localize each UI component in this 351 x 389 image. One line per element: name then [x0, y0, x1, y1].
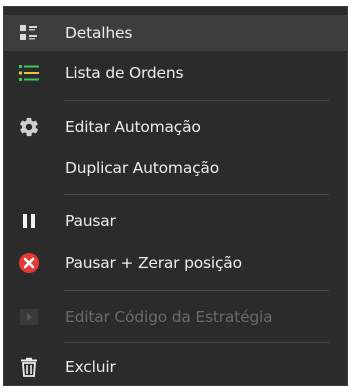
gear-icon — [18, 116, 40, 138]
menu-item-edit-automation[interactable]: Editar Automação — [4, 109, 347, 145]
details-icon — [18, 22, 40, 44]
menu-item-order-list[interactable]: Lista de Ordens — [4, 55, 347, 91]
menu-item-delete[interactable]: Excluir — [4, 349, 347, 385]
menu-item-label: Editar Automação — [65, 118, 201, 136]
menu-separator — [64, 342, 329, 343]
menu-item-label: Lista de Ordens — [65, 64, 184, 82]
pause-icon — [18, 210, 40, 232]
context-menu: Detalhes Lista de Ordens Editar Automaçã… — [3, 6, 348, 386]
menu-item-label: Duplicar Automação — [65, 159, 220, 177]
menu-item-pause-reset-position[interactable]: Pausar + Zerar posição — [4, 245, 347, 281]
menu-item-edit-strategy-code: Editar Código da Estratégia — [4, 299, 347, 335]
menu-item-details[interactable]: Detalhes — [4, 15, 347, 51]
menu-item-duplicate-automation[interactable]: Duplicar Automação — [4, 150, 347, 186]
menu-item-label: Editar Código da Estratégia — [65, 308, 273, 326]
order-list-icon — [18, 62, 40, 84]
trash-icon — [18, 356, 40, 378]
menu-item-pause[interactable]: Pausar — [4, 203, 347, 239]
menu-separator — [64, 290, 329, 291]
close-circle-icon — [18, 252, 40, 274]
menu-item-label: Detalhes — [65, 24, 133, 42]
menu-item-label: Pausar — [65, 212, 116, 230]
menu-item-label: Pausar + Zerar posição — [65, 254, 242, 272]
menu-item-label: Excluir — [65, 358, 116, 376]
play-icon — [18, 306, 40, 328]
menu-separator — [64, 100, 329, 101]
menu-separator — [64, 194, 329, 195]
